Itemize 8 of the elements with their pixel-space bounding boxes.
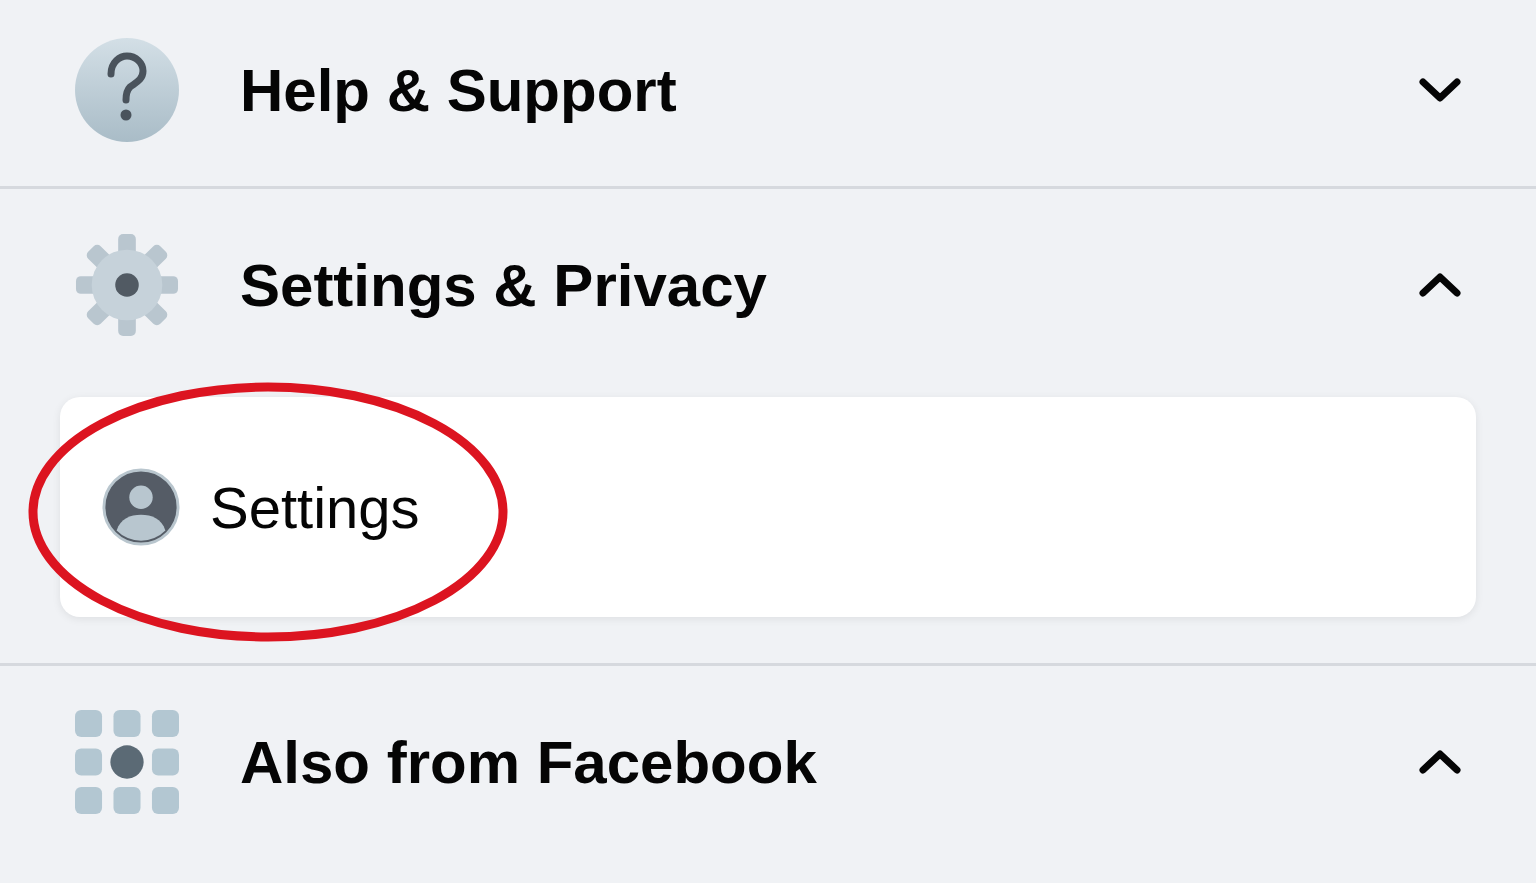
menu-section-button[interactable]: Help & Support bbox=[0, 0, 1536, 180]
menu-section-button[interactable]: Settings & Privacy bbox=[0, 195, 1536, 375]
app-grid-icon bbox=[75, 710, 179, 814]
gear-icon bbox=[75, 233, 179, 337]
settings-menu-item[interactable]: Settings bbox=[60, 397, 1476, 617]
menu-section-button[interactable]: Also from Facebook bbox=[0, 672, 1536, 852]
question-mark-icon bbox=[75, 38, 179, 142]
avatar-icon bbox=[102, 468, 180, 546]
